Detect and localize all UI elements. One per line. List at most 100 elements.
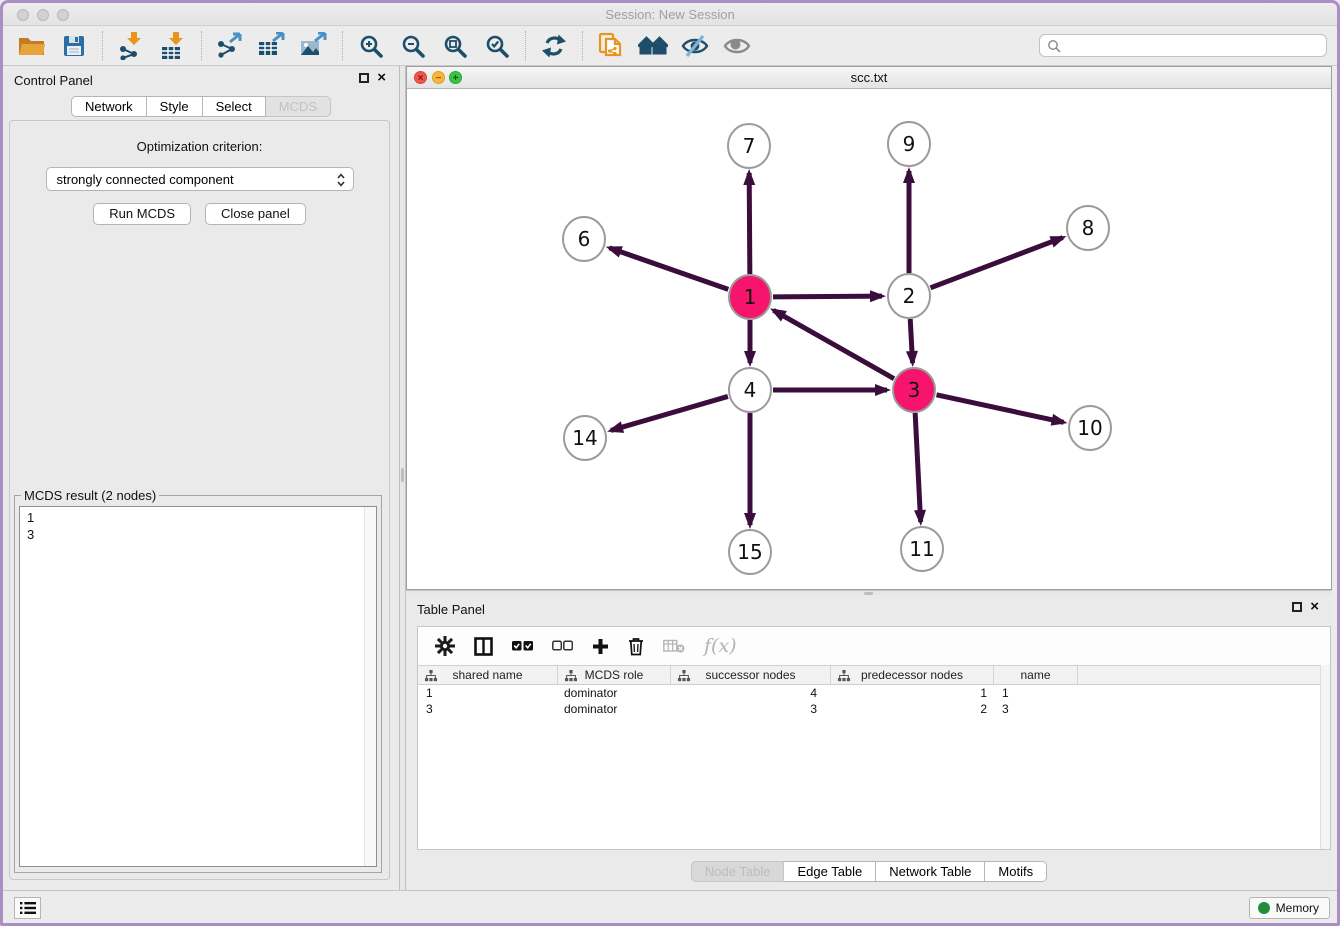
edge-1-7[interactable]	[749, 173, 750, 274]
unselect-all-columns-icon[interactable]	[552, 640, 573, 652]
close-panel-icon[interactable]: ×	[377, 73, 386, 83]
close-panel-button[interactable]: Close panel	[205, 203, 306, 225]
tab-mcds[interactable]: MCDS	[266, 96, 331, 117]
zoom-fit-icon[interactable]	[439, 30, 471, 62]
cell-predecessor-nodes: 1	[831, 685, 994, 701]
hide-graphics-details-icon[interactable]	[679, 30, 711, 62]
network-minimize-button[interactable]: −	[432, 71, 445, 84]
tab-node-table[interactable]: Node Table	[691, 861, 785, 882]
delete-column-icon[interactable]	[628, 637, 644, 656]
mcds-result-text[interactable]: 1 3	[19, 506, 377, 867]
graph-node-7[interactable]: 7	[728, 124, 770, 168]
column-header-mcds-role[interactable]: MCDS role	[558, 666, 671, 684]
import-table-icon[interactable]	[157, 30, 189, 62]
graph-node-8[interactable]: 8	[1067, 206, 1109, 250]
graph-node-6[interactable]: 6	[563, 217, 605, 261]
graph-node-9[interactable]: 9	[888, 122, 930, 166]
network-window-titlebar[interactable]: × − + scc.txt	[407, 67, 1331, 89]
cell-mcds-role: dominator	[558, 701, 671, 717]
search-input[interactable]	[1066, 38, 1326, 53]
memory-button[interactable]: Memory	[1249, 897, 1330, 919]
table-scrollbar[interactable]	[1320, 665, 1330, 849]
node-label: 15	[737, 540, 762, 564]
network-maximize-button[interactable]: +	[449, 71, 462, 84]
export-image-icon[interactable]	[298, 30, 330, 62]
window-minimize-button[interactable]	[37, 9, 49, 21]
column-header-name[interactable]: name	[994, 666, 1078, 684]
main-titlebar: Session: New Session	[3, 3, 1337, 26]
tab-select[interactable]: Select	[203, 96, 266, 117]
network-view-window: × − + scc.txt 7 9 6 8 1 2 4 3 14 10 15 11	[406, 66, 1332, 590]
tab-network[interactable]: Network	[71, 96, 147, 117]
optimization-criterion-select[interactable]: strongly connected component	[46, 167, 354, 191]
graph-node-15[interactable]: 15	[729, 530, 771, 574]
export-network-icon[interactable]	[214, 30, 246, 62]
table-column-headers: shared name MCDS role successor nodes pr…	[418, 665, 1330, 685]
float-panel-icon[interactable]	[359, 73, 369, 83]
edge-1-6[interactable]	[609, 248, 728, 290]
window-close-button[interactable]	[17, 9, 29, 21]
edge-1-2[interactable]	[773, 296, 882, 297]
result-scrollbar[interactable]	[364, 507, 376, 866]
cell-mcds-role: dominator	[558, 685, 671, 701]
refresh-icon[interactable]	[538, 30, 570, 62]
open-session-icon[interactable]	[16, 30, 48, 62]
cell-successor-nodes: 3	[671, 701, 831, 717]
edge-2-8[interactable]	[931, 238, 1063, 288]
toolbar-separator	[201, 31, 202, 61]
tab-style[interactable]: Style	[147, 96, 203, 117]
graph-node-2[interactable]: 2	[888, 274, 930, 318]
column-header-successor-nodes[interactable]: successor nodes	[671, 666, 831, 684]
window-zoom-button[interactable]	[57, 9, 69, 21]
memory-label: Memory	[1276, 901, 1319, 915]
tab-motifs[interactable]: Motifs	[985, 861, 1047, 882]
edge-3-1[interactable]	[773, 310, 894, 378]
save-session-icon[interactable]	[58, 30, 90, 62]
graph-node-3[interactable]: 3	[893, 368, 935, 412]
float-panel-icon[interactable]	[1292, 602, 1302, 612]
node-label: 1	[744, 285, 757, 309]
show-graphics-details-icon[interactable]	[721, 30, 753, 62]
edge-4-14[interactable]	[611, 396, 728, 430]
tab-network-table[interactable]: Network Table	[876, 861, 985, 882]
run-mcds-button[interactable]: Run MCDS	[93, 203, 191, 225]
graph-node-14[interactable]: 14	[564, 416, 606, 460]
add-column-icon[interactable]	[592, 638, 609, 655]
export-table-icon[interactable]	[256, 30, 288, 62]
node-label: 11	[909, 537, 934, 561]
column-type-icon	[565, 670, 577, 685]
splitter-grip[interactable]	[401, 468, 404, 482]
graph-node-11[interactable]: 11	[901, 527, 943, 571]
table-settings-gear-icon[interactable]	[435, 636, 455, 656]
column-header-predecessor-nodes[interactable]: predecessor nodes	[831, 666, 994, 684]
graph-node-4[interactable]: 4	[729, 368, 771, 412]
main-toolbar	[3, 26, 1337, 66]
optimization-criterion-value: strongly connected component	[57, 172, 234, 187]
select-all-columns-icon[interactable]	[512, 640, 533, 652]
task-history-button[interactable]	[14, 897, 41, 919]
network-graph[interactable]: 7 9 6 8 1 2 4 3 14 10 15 11	[407, 89, 1331, 589]
network-close-button[interactable]: ×	[414, 71, 427, 84]
table-row[interactable]: 1 dominator 4 1 1	[418, 685, 1330, 701]
search-field[interactable]	[1039, 34, 1327, 57]
edge-2-3[interactable]	[910, 319, 912, 363]
close-panel-icon[interactable]: ×	[1310, 602, 1319, 612]
zoom-out-icon[interactable]	[397, 30, 429, 62]
network-canvas[interactable]: 7 9 6 8 1 2 4 3 14 10 15 11	[407, 89, 1331, 589]
zoom-selected-icon[interactable]	[481, 30, 513, 62]
houses-icon[interactable]	[637, 30, 669, 62]
table-row[interactable]: 3 dominator 3 2 3	[418, 701, 1330, 717]
import-network-icon[interactable]	[115, 30, 147, 62]
show-columns-icon[interactable]	[474, 637, 493, 656]
graph-node-1[interactable]: 1	[729, 275, 771, 319]
cell-name: 1	[994, 685, 1078, 701]
graph-node-10[interactable]: 10	[1069, 406, 1111, 450]
duplicate-network-icon[interactable]	[595, 30, 627, 62]
edge-3-10[interactable]	[936, 395, 1063, 422]
zoom-in-icon[interactable]	[355, 30, 387, 62]
edge-3-11[interactable]	[915, 413, 920, 522]
table-panel-title: Table Panel	[417, 602, 485, 617]
column-header-shared-name[interactable]: shared name	[418, 666, 558, 684]
tab-edge-table[interactable]: Edge Table	[784, 861, 876, 882]
window-title: Session: New Session	[3, 3, 1337, 26]
